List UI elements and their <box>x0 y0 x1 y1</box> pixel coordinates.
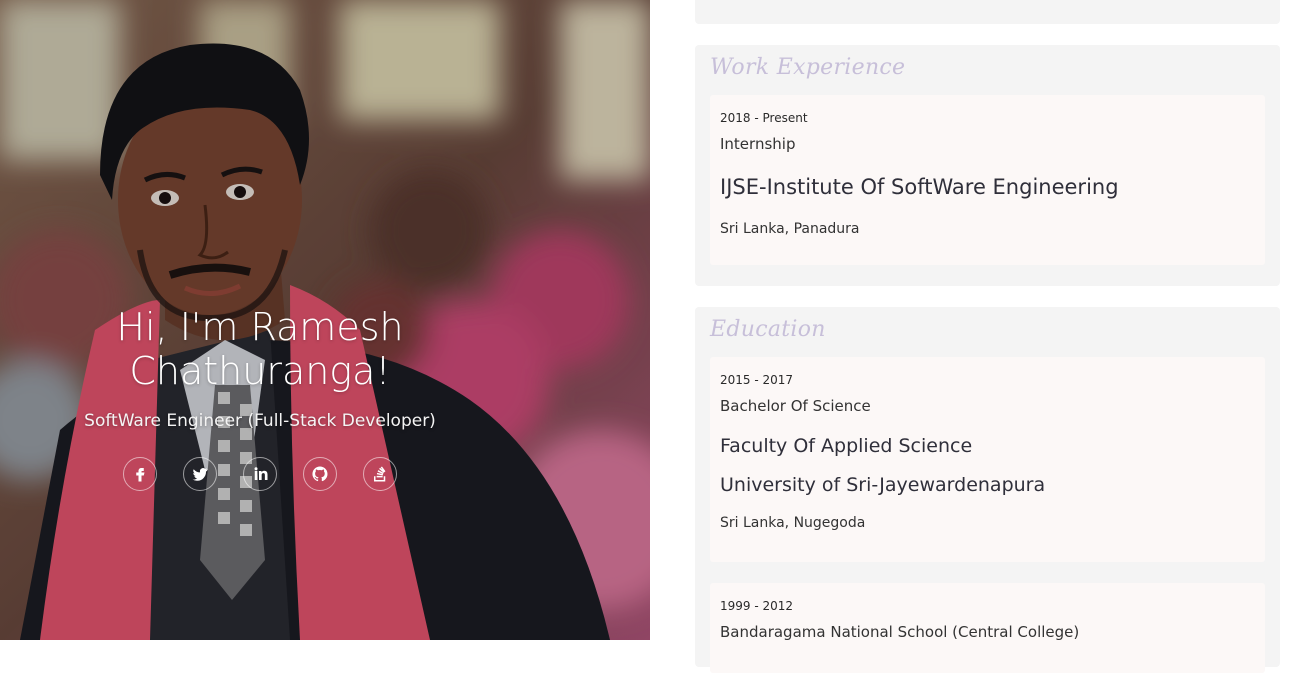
education-location: Sri Lanka, Nugegoda <box>720 515 866 531</box>
github-link[interactable] <box>303 457 337 491</box>
education-title: Education <box>710 317 826 342</box>
hero-content: Hi, I'm Ramesh Chathuranga! SoftWare Eng… <box>0 305 520 491</box>
linkedin-icon <box>254 467 268 480</box>
stackoverflow-icon <box>374 466 386 482</box>
work-experience-title: Work Experience <box>710 55 906 80</box>
twitter-link[interactable] <box>183 457 217 491</box>
education-period: 1999 - 2012 <box>720 599 794 613</box>
work-location: Sri Lanka, Panadura <box>720 221 860 237</box>
work-role: Internship <box>720 135 796 153</box>
twitter-icon <box>192 468 208 481</box>
education-period: 2015 - 2017 <box>720 373 794 387</box>
work-organization: IJSE-Institute Of SoftWare Engineering <box>720 175 1119 199</box>
stackoverflow-link[interactable] <box>363 457 397 491</box>
linkedin-link[interactable] <box>243 457 277 491</box>
facebook-link[interactable] <box>123 457 157 491</box>
hero-subtitle: SoftWare Engineer (Full-Stack Developer) <box>84 411 436 431</box>
education-panel: Education 2015 - 2017 Bachelor Of Scienc… <box>695 307 1280 673</box>
education-card: 1999 - 2012 Bandaragama National School … <box>710 583 1265 673</box>
github-icon <box>312 466 328 482</box>
hero-section: Hi, I'm Ramesh Chathuranga! SoftWare Eng… <box>0 0 650 640</box>
hero-title: Hi, I'm Ramesh Chathuranga! <box>116 305 404 393</box>
work-experience-panel: Work Experience 2018 - Present Internshi… <box>695 45 1280 286</box>
education-card: 2015 - 2017 Bachelor Of Science Faculty … <box>710 357 1265 562</box>
facebook-icon <box>136 468 145 482</box>
education-faculty: Faculty Of Applied Science <box>720 435 973 457</box>
work-period: 2018 - Present <box>720 111 808 125</box>
work-card: 2018 - Present Internship IJSE-Institute… <box>710 95 1265 265</box>
education-degree: Bachelor Of Science <box>720 397 871 415</box>
education-institution: University of Sri-Jayewardenapura <box>720 474 1046 496</box>
previous-section-panel <box>695 0 1280 24</box>
education-institution: Bandaragama National School (Central Col… <box>720 623 1080 641</box>
social-links <box>0 457 520 491</box>
